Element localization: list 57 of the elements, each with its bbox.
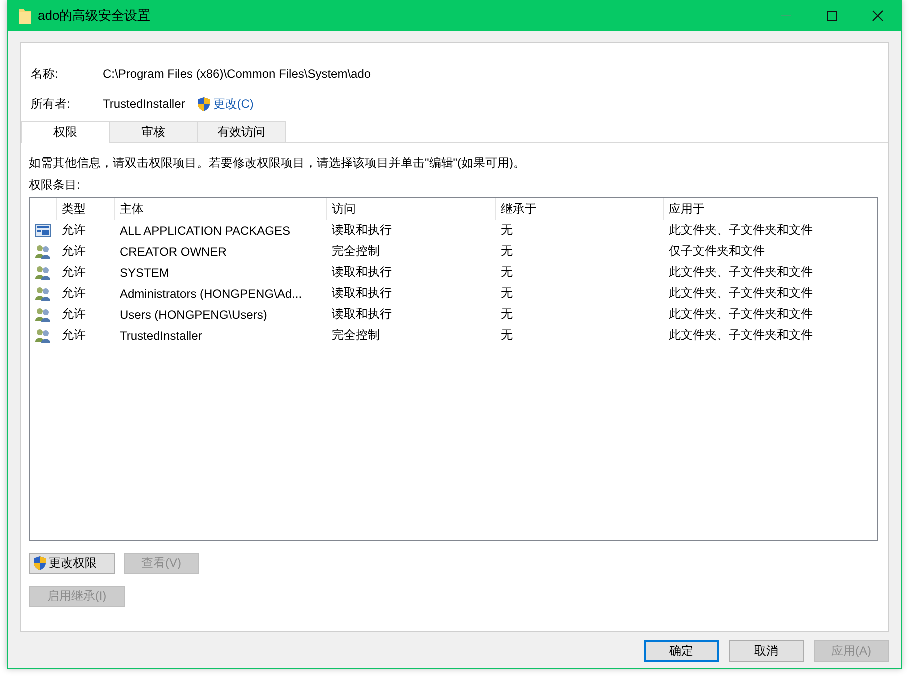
users-icon [35, 286, 51, 302]
column-header[interactable]: 继承于 [495, 198, 663, 220]
table-cell-text: 无 [500, 264, 514, 281]
field-value: C:\Program Files (x86)\Common Files\System\ado [103, 67, 372, 81]
table-cell-text: 无 [500, 327, 514, 344]
table-cell-text: 此文件夹、子文件夹和文件 [668, 306, 814, 323]
table-cell-text: 此文件夹、子文件夹和文件 [668, 264, 814, 281]
table-cell-text: 读取和执行 [331, 222, 393, 239]
table-cell-text: 无 [500, 222, 514, 239]
users-icon [35, 244, 51, 260]
table-cell-text: 允许 [61, 327, 87, 344]
column-header[interactable]: 类型 [56, 198, 114, 220]
table-cell-text: SYSTEM [119, 266, 170, 280]
table-cell-text: Users (HONGPENG\Users) [119, 308, 268, 322]
table-cell-text: 读取和执行 [331, 264, 393, 281]
table-cell-text: 无 [500, 243, 514, 260]
field-value: TrustedInstaller [103, 97, 186, 111]
users-icon [35, 328, 51, 344]
column-header[interactable]: 访问 [326, 198, 495, 220]
table-cell-text: TrustedInstaller [119, 328, 204, 342]
column-header[interactable]: 应用于 [663, 198, 877, 220]
table-cell-text: 允许 [61, 243, 87, 260]
shield-icon [197, 96, 212, 112]
table-cell-text: CREATOR OWNER [119, 244, 228, 258]
users-icon [35, 264, 51, 280]
table-cell-text: 允许 [61, 222, 87, 239]
tab[interactable]: 审核 [109, 121, 198, 142]
package-icon [35, 222, 51, 238]
table-cell-text: 允许 [61, 264, 87, 281]
users-icon [35, 306, 51, 322]
column-header[interactable]: 主体 [114, 198, 326, 220]
table-cell-text: 此文件夹、子文件夹和文件 [668, 327, 814, 344]
table-cell-text: ALL APPLICATION PACKAGES [119, 224, 292, 238]
table-cell-text: 无 [500, 306, 514, 323]
table-cell-text: 此文件夹、子文件夹和文件 [668, 285, 814, 302]
table-cell-text: 此文件夹、子文件夹和文件 [668, 222, 814, 239]
table-cell-text: 允许 [61, 285, 87, 302]
field-label: 所有者: [31, 96, 72, 112]
button[interactable]: 确定 [644, 640, 719, 662]
table-cell-text: 读取和执行 [331, 306, 393, 323]
tab[interactable]: 有效访问 [197, 121, 286, 142]
folder-icon [18, 6, 32, 24]
window-title: ado的高级安全设置 [38, 6, 152, 24]
table-cell-text: 允许 [61, 306, 87, 323]
button[interactable]: 取消 [729, 640, 804, 662]
table-cell-text: 完全控制 [331, 243, 381, 260]
table-cell-text: 仅子文件夹和文件 [668, 243, 766, 260]
table-cell-text: 完全控制 [331, 327, 381, 344]
field-label: 名称: [31, 66, 60, 82]
table-cell-text: 读取和执行 [331, 285, 393, 302]
table-cell-text: 无 [500, 285, 514, 302]
change-owner-link[interactable]: 更改(C) [197, 96, 254, 112]
table-cell-text: Administrators (HONGPENG\Ad... [119, 286, 304, 300]
button[interactable]: 更改权限 [29, 553, 115, 574]
tab[interactable]: 权限 [21, 121, 110, 143]
info-text: 如需其他信息，请双击权限项目。若要修改权限项目，请选择该项目并单击"编辑"(如果可用)。 [29, 155, 527, 172]
list-label: 权限条目: [29, 177, 82, 194]
